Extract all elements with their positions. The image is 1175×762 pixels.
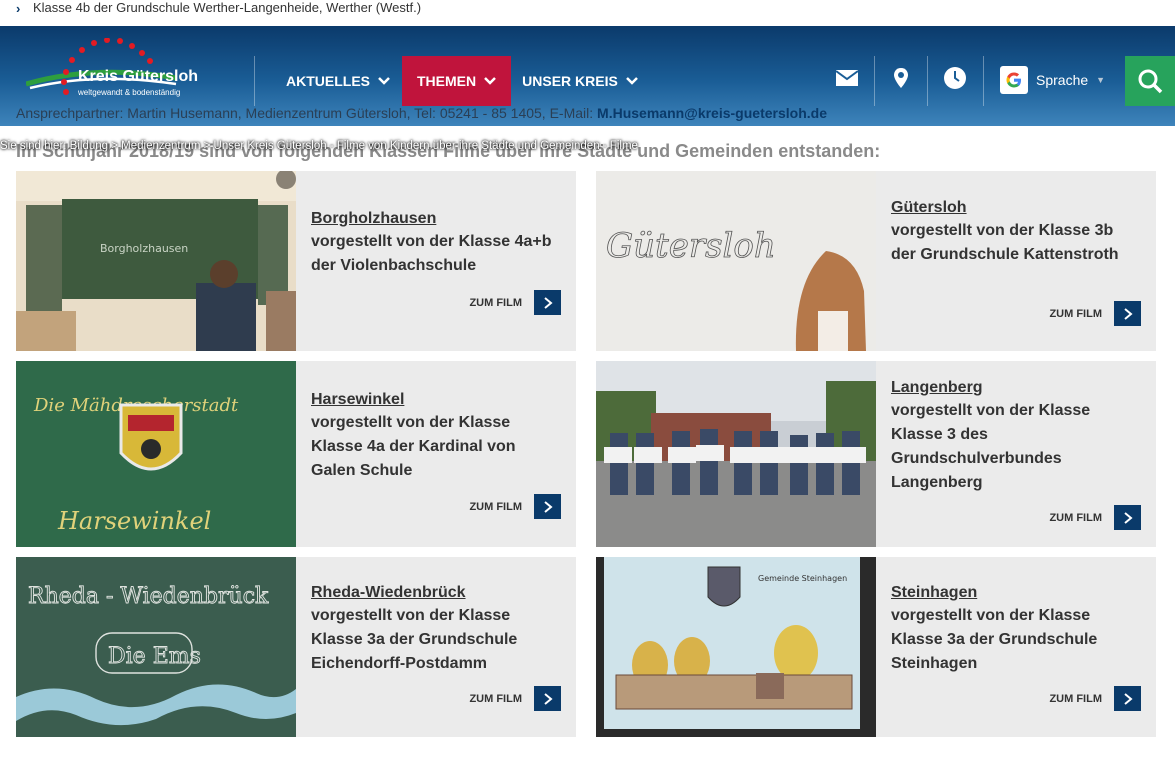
thumbnail-caption: Gütersloh [606,226,776,266]
language-label: Sprache [1036,72,1089,88]
film-card: Rheda - Wiedenbrück Die Ems Rheda-Wieden… [16,557,576,737]
thumbnail-image: Gemeinde Steinhagen [596,557,876,737]
city-link[interactable]: Rheda-Wiedenbrück [311,581,561,604]
city-link[interactable]: Gütersloh [891,196,1141,219]
film-info: Steinhagen vorgestellt von der Klasse Kl… [891,581,1141,676]
city-link[interactable]: Langenberg [891,376,1141,399]
google-icon [1000,66,1028,94]
city-link[interactable]: Borgholzhausen [311,207,561,230]
thumbnail-image: Rheda - Wiedenbrück Die Ems [16,557,296,737]
thumbnail-image: Borgholzhausen [16,171,296,351]
film-info: Rheda-Wiedenbrück vorgestellt von der Kl… [311,581,561,676]
logo-tagline: weltgewandt & bodenständig [78,88,181,97]
film-card: Langenberg vorgestellt von der Klasse Kl… [596,361,1156,547]
chevron-down-icon [484,77,496,85]
contact-email-link[interactable]: M.Husemann@kreis-guetersloh.de [597,105,827,121]
search-icon [1138,69,1163,94]
search-button[interactable] [1125,56,1175,106]
header-divider [874,56,875,106]
film-info: Borgholzhausen vorgestellt von der Klass… [311,207,561,278]
thumbnail-image: Die Mähdrescherstadt Harsewinkel [16,361,296,547]
header-divider [254,56,255,106]
thumbnail-caption: Rheda - Wiedenbrück [28,584,269,609]
film-card: Die Mähdrescherstadt Harsewinkel Harsewi… [16,361,576,547]
arrow-right-icon [534,494,561,519]
top-strip: › Klasse 4b der Grundschule Werther-Lang… [0,0,1175,26]
nav-item-aktuelles[interactable]: AKTUELLES [275,56,401,106]
film-description: vorgestellt von der Klasse Klasse 4a der… [311,414,516,479]
film-description: vorgestellt von der Klasse Klasse 3 des … [891,402,1091,491]
film-description: vorgestellt von der Klasse Klasse 3a der… [311,607,518,672]
zum-film-label: ZUM FILM [1049,511,1102,524]
thumbnail-image [596,361,876,547]
nav-label: UNSER KREIS [522,73,618,89]
chevron-down-icon [378,77,390,85]
header-divider [983,56,984,106]
film-description: vorgestellt von der Klasse 4a+b der Viol… [311,233,552,274]
chevron-right-icon: › [16,1,21,16]
thumbnail-caption: Harsewinkel [57,507,211,535]
film-info: Harsewinkel vorgestellt von der Klasse K… [311,388,561,483]
arrow-right-icon [1114,686,1141,711]
arrow-right-icon [1114,505,1141,530]
arrow-right-icon [534,686,561,711]
contact-text: Ansprechpartner: Martin Husemann, Medien… [16,105,598,121]
zum-film-button[interactable]: ZUM FILM [469,290,561,315]
nav-item-themen[interactable]: THEMEN [402,56,511,106]
zum-film-button[interactable]: ZUM FILM [469,494,561,519]
thumbnail-caption: Gemeinde Steinhagen [758,574,847,583]
zum-film-label: ZUM FILM [1049,307,1102,320]
nav-label: AKTUELLES [286,73,370,89]
zum-film-button[interactable]: ZUM FILM [469,686,561,711]
arrow-right-icon [1114,301,1141,326]
zum-film-button[interactable]: ZUM FILM [1049,505,1141,530]
mail-icon[interactable] [833,64,861,92]
kreis-guetersloh-logo[interactable]: Kreis Gütersloh weltgewandt & bodenständ… [26,38,199,110]
zum-film-label: ZUM FILM [1049,692,1102,705]
film-info: Gütersloh vorgestellt von der Klasse 3b … [891,196,1141,267]
thumbnail-caption: Die Ems [108,644,201,669]
location-pin-icon[interactable] [887,64,915,92]
film-description: vorgestellt von der Klasse Klasse 3a der… [891,607,1098,672]
zum-film-button[interactable]: ZUM FILM [1049,301,1141,326]
zum-film-button[interactable]: ZUM FILM [1049,686,1141,711]
language-selector[interactable]: Sprache ▼ [1000,66,1105,94]
zum-film-label: ZUM FILM [469,296,522,309]
contact-line: Ansprechpartner: Martin Husemann, Medien… [16,105,827,121]
nav-label: THEMEN [416,73,477,89]
top-strip-text[interactable]: Klasse 4b der Grundschule Werther-Langen… [33,0,421,15]
clock-icon[interactable] [941,64,969,92]
city-link[interactable]: Harsewinkel [311,388,561,411]
breadcrumb[interactable]: Sie sind hier: Bildung > Medienzentrum >… [0,140,638,152]
zum-film-label: ZUM FILM [469,500,522,513]
thumbnail-image: Gütersloh [596,171,876,351]
header-divider [927,56,928,106]
film-description: vorgestellt von der Klasse 3b der Grunds… [891,222,1119,263]
dropdown-arrow-icon: ▼ [1096,75,1106,85]
zum-film-label: ZUM FILM [469,692,522,705]
film-card: Borgholzhausen Borgholzhausen vorgestell… [16,171,576,351]
film-card: Gütersloh Gütersloh vorgestellt von der … [596,171,1156,351]
film-card: Gemeinde Steinhagen Steinhagen vorgestel… [596,557,1156,737]
thumbnail-caption: Borgholzhausen [100,242,188,255]
logo-name: Kreis Gütersloh [78,68,199,85]
chevron-down-icon [625,77,638,85]
city-link[interactable]: Steinhagen [891,581,1141,604]
film-info: Langenberg vorgestellt von der Klasse Kl… [891,376,1141,495]
site-header: Kreis Gütersloh weltgewandt & bodenständ… [0,26,1175,126]
arrow-right-icon [534,290,561,315]
nav-item-unser-kreis[interactable]: UNSER KREIS [512,56,648,106]
